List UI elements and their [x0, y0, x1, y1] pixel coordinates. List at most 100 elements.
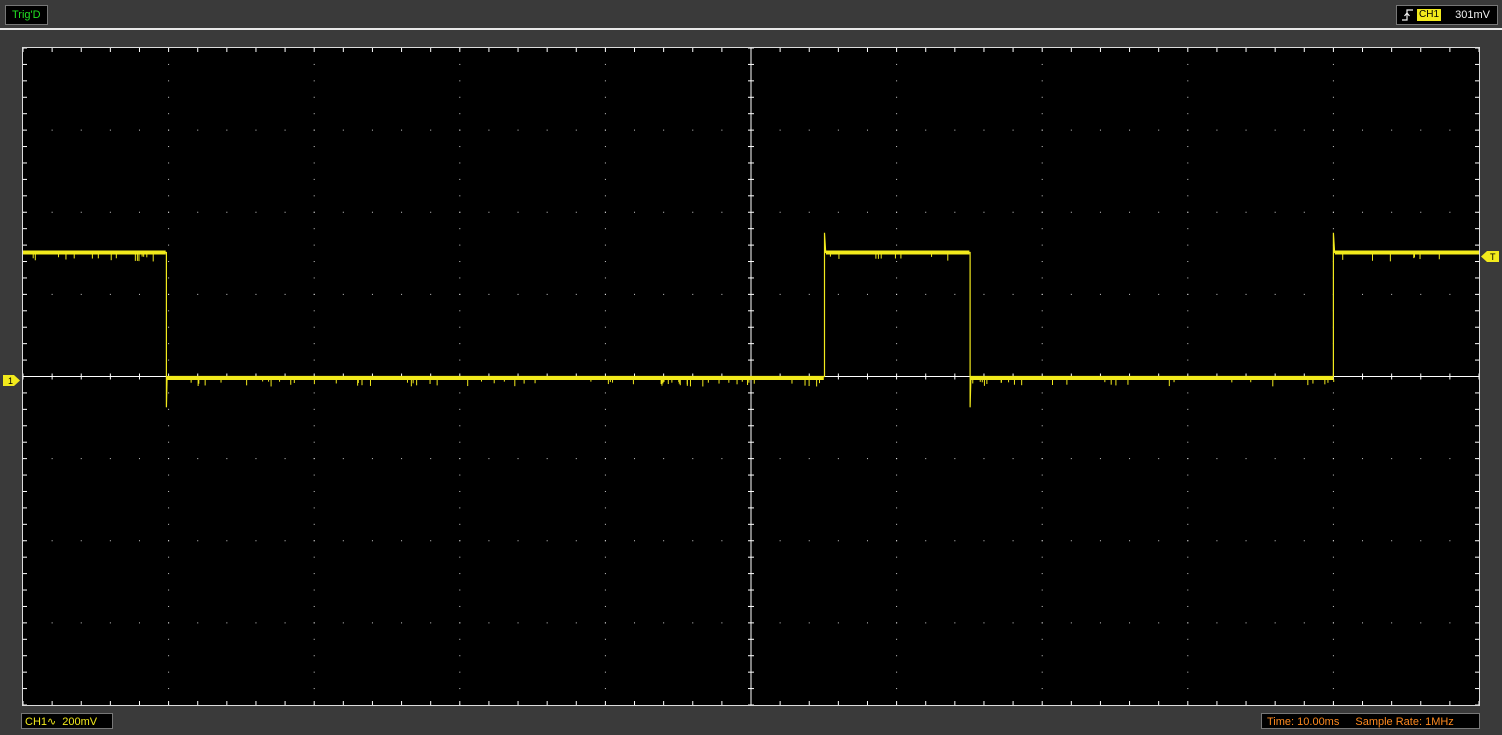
grid-dot	[168, 244, 170, 246]
grid-dot	[1187, 96, 1189, 98]
oscilloscope-screen[interactable]	[22, 47, 1480, 706]
grid-dot	[138, 622, 140, 624]
grid-dot	[168, 343, 170, 345]
grid-dot	[1158, 458, 1160, 460]
grid-dot	[1041, 244, 1043, 246]
grid-dot	[779, 622, 781, 624]
grid-dot	[1041, 178, 1043, 180]
grid-dot	[226, 540, 228, 542]
grid-dot	[197, 540, 199, 542]
grid-dot	[1041, 211, 1043, 213]
grid-dot	[168, 441, 170, 443]
grid-dot	[604, 540, 606, 542]
grid-dot	[459, 671, 461, 673]
grid-dot	[575, 293, 577, 295]
grid-dot	[51, 129, 53, 131]
grid-dot	[138, 540, 140, 542]
grid-dot	[168, 523, 170, 525]
grid-dot	[1187, 441, 1189, 443]
grid-dot	[1332, 113, 1334, 115]
grid-dot	[779, 540, 781, 542]
grid-dot	[459, 343, 461, 345]
grid-dot	[401, 458, 403, 460]
grid-dot	[1041, 589, 1043, 591]
grid-dot	[837, 622, 839, 624]
grid-dot	[575, 129, 577, 131]
grid-dot	[371, 129, 373, 131]
grid-dot	[1420, 293, 1422, 295]
grid-dot	[808, 211, 810, 213]
grid-dot	[459, 474, 461, 476]
grid-dot	[313, 359, 315, 361]
grid-dot	[896, 63, 898, 65]
grid-dot	[459, 326, 461, 328]
grid-dot	[896, 556, 898, 558]
grid-dot	[313, 622, 315, 624]
grid-dot	[226, 211, 228, 213]
grid-dot	[1187, 343, 1189, 345]
grid-dot	[459, 573, 461, 575]
trigger-level-marker[interactable]: T	[1481, 249, 1499, 262]
grid-dot	[663, 458, 665, 460]
grid-dot	[517, 622, 519, 624]
grid-dot	[779, 129, 781, 131]
grid-dot	[168, 80, 170, 82]
grid-dot	[663, 211, 665, 213]
grid-dot	[51, 458, 53, 460]
grid-dot	[1332, 671, 1334, 673]
grid-dot	[896, 573, 898, 575]
grid-dot	[808, 458, 810, 460]
grid-dot	[896, 589, 898, 591]
grid-dot	[313, 195, 315, 197]
grid-dot	[1303, 129, 1305, 131]
grid-dot	[1332, 425, 1334, 427]
channel-scale-box[interactable]: CH1∿ 200mV	[21, 713, 113, 729]
grid-dot	[313, 80, 315, 82]
grid-dot	[1187, 261, 1189, 263]
grid-dot	[430, 129, 432, 131]
grid-dot	[575, 540, 577, 542]
grid-dot	[837, 293, 839, 295]
grid-dot	[459, 310, 461, 312]
grid-dot	[546, 211, 548, 213]
grid-dot	[721, 540, 723, 542]
grid-dot	[313, 63, 315, 65]
grid-dot	[1332, 622, 1334, 624]
grid-dot	[1070, 622, 1072, 624]
grid-dot	[896, 80, 898, 82]
grid-dot	[459, 688, 461, 690]
grid-dot	[896, 96, 898, 98]
grid-dot	[1070, 540, 1072, 542]
grid-dot	[925, 211, 927, 213]
channel-ground-marker[interactable]: 1	[3, 373, 20, 386]
grid-dot	[896, 523, 898, 525]
grid-dot	[604, 638, 606, 640]
grid-dot	[604, 490, 606, 492]
grid-dot	[168, 655, 170, 657]
grid-dot	[168, 490, 170, 492]
grid-dot	[575, 211, 577, 213]
grid-dot	[168, 671, 170, 673]
grid-dot	[663, 540, 665, 542]
grid-dot	[459, 408, 461, 410]
acquisition-info: Time: 10.00ms Sample Rate: 1MHz	[1261, 713, 1480, 729]
grid-dot	[313, 96, 315, 98]
trigger-info[interactable]: CH1 301mV	[1396, 5, 1498, 25]
trigger-level-value: 301mV	[1455, 9, 1490, 21]
grid-dot	[604, 80, 606, 82]
grid-dot	[983, 622, 985, 624]
grid-dot	[1420, 540, 1422, 542]
grid-dot	[342, 211, 344, 213]
grid-dot	[51, 211, 53, 213]
grid-dot	[1332, 162, 1334, 164]
grid-dot	[1158, 622, 1160, 624]
grid-dot	[1041, 556, 1043, 558]
grid-dot	[459, 63, 461, 65]
grid-dot	[342, 540, 344, 542]
grid-dot	[1012, 622, 1014, 624]
grid-dot	[1041, 113, 1043, 115]
grid-dot	[604, 244, 606, 246]
grid-dot	[371, 293, 373, 295]
grid-dot	[604, 113, 606, 115]
grid-dot	[1041, 195, 1043, 197]
